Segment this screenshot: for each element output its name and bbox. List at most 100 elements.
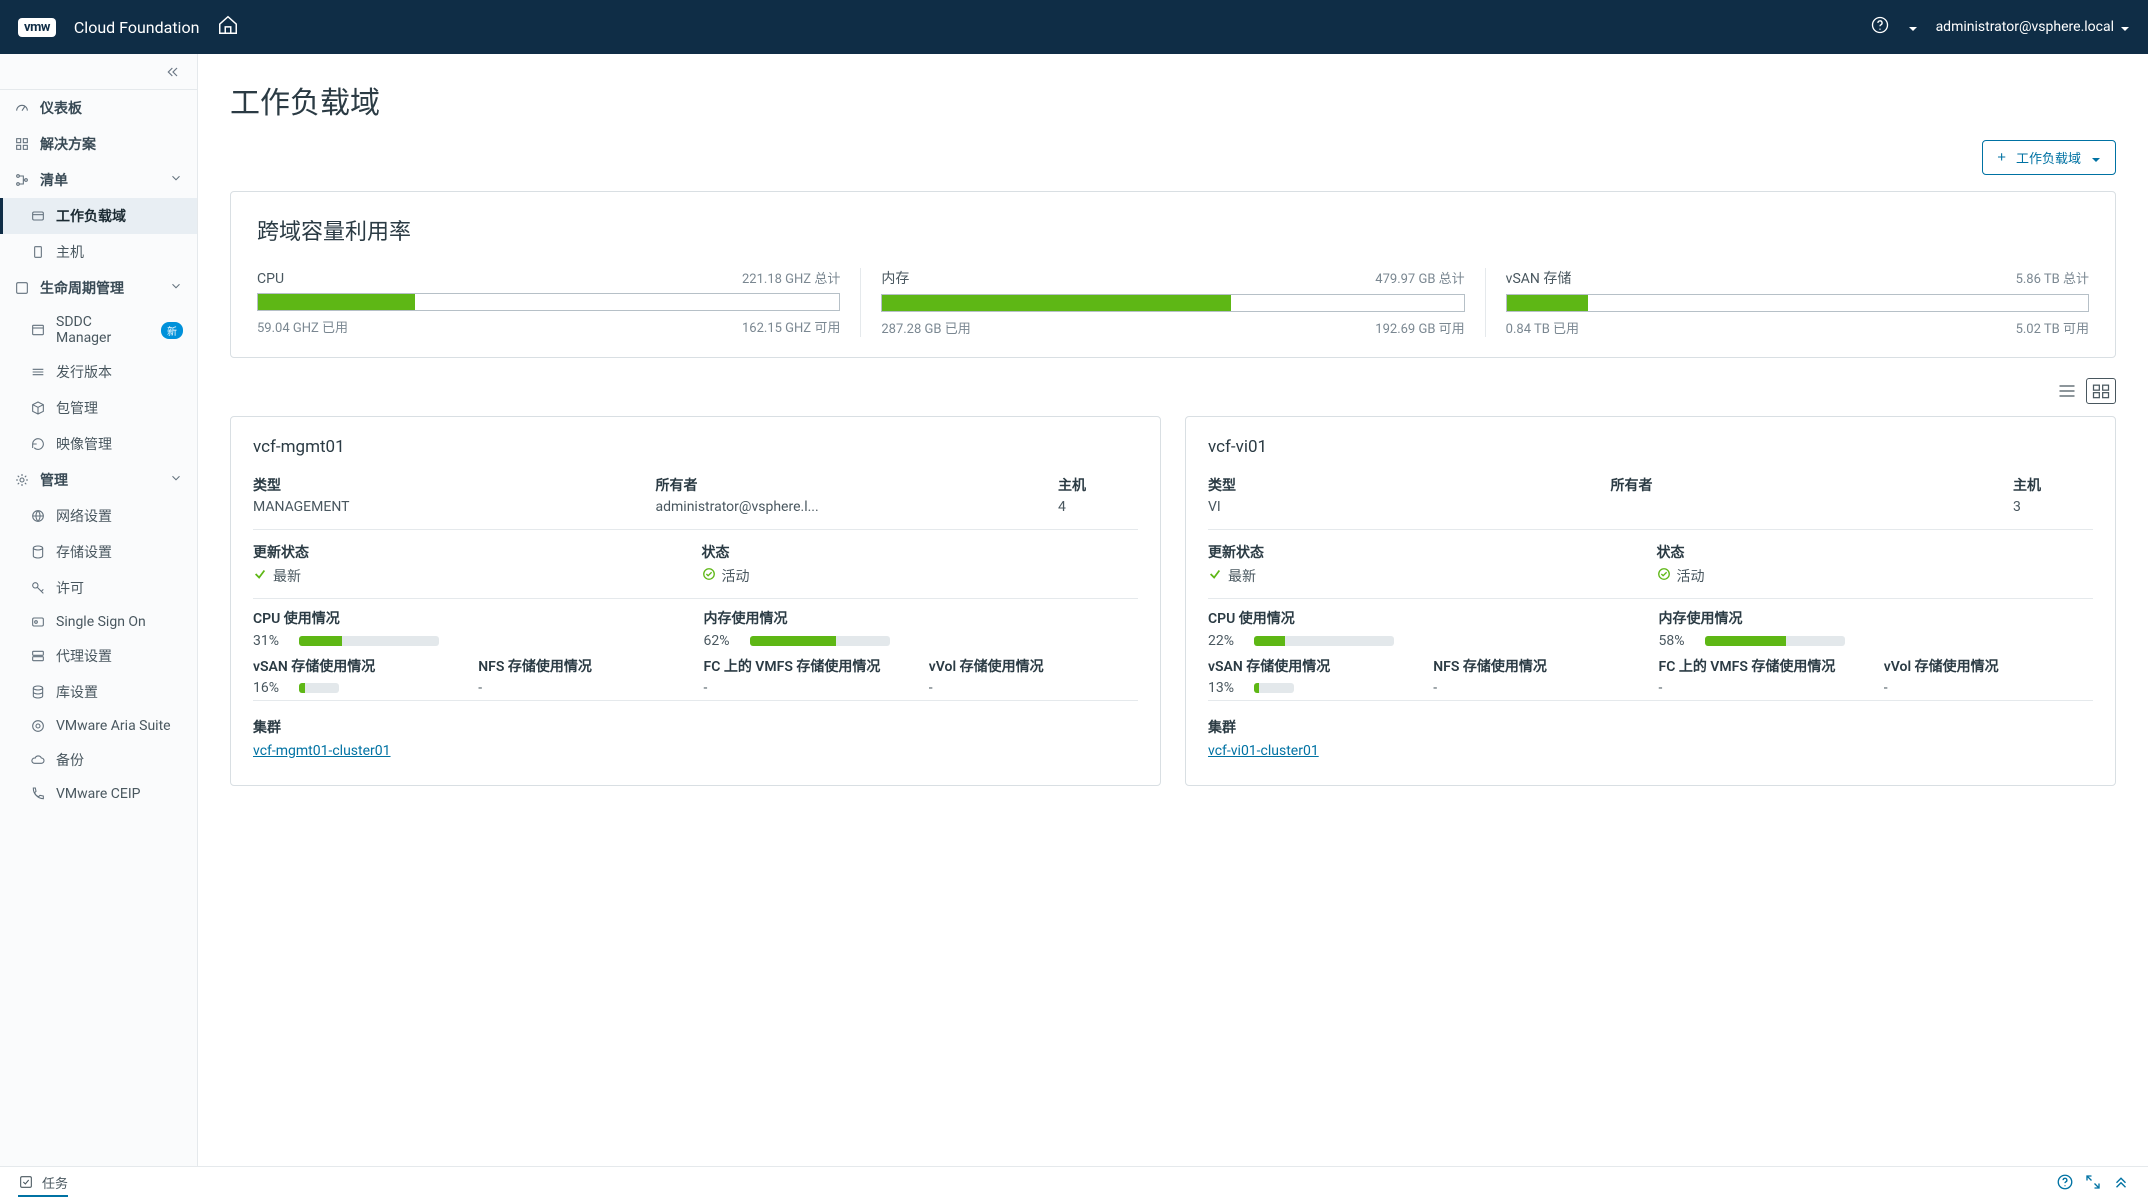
usage-label: CPU 使用情况 <box>253 611 688 629</box>
cap-used: 59.04 GHZ 已用 <box>257 317 348 336</box>
usage-value: - <box>1884 680 2093 696</box>
usage-bar <box>299 636 439 646</box>
usage-label: vVol 存储使用情况 <box>929 659 1138 677</box>
usage-label: vVol 存储使用情况 <box>1884 659 2093 677</box>
sidebar-item-label: 仪表板 <box>40 98 82 118</box>
status-label: 更新状态 <box>1208 542 1645 562</box>
sidebar-item-sso[interactable]: Single Sign On <box>0 606 197 638</box>
sidebar-item-solutions[interactable]: 解决方案 <box>0 126 197 162</box>
help-icon[interactable] <box>2056 1173 2074 1195</box>
sidebar-item-backup[interactable]: 备份 <box>0 742 197 778</box>
key-icon <box>30 580 46 596</box>
sidebar-item-aria[interactable]: VMware Aria Suite <box>0 710 197 742</box>
sidebar-item-proxy[interactable]: 代理设置 <box>0 638 197 674</box>
gear-icon <box>14 472 30 488</box>
phone-icon <box>30 786 46 802</box>
expand-icon[interactable] <box>2084 1173 2102 1195</box>
meta-label: 所有者 <box>1611 475 2002 495</box>
chevron-down-icon <box>2120 22 2130 32</box>
globe-icon <box>30 508 46 524</box>
sidebar-item-label: 清单 <box>40 170 68 190</box>
help-icon[interactable] <box>1870 15 1890 39</box>
sidebar-item-label: 备份 <box>56 750 84 770</box>
sidebar-item-images[interactable]: 映像管理 <box>0 426 197 462</box>
status-value-text: 活动 <box>1677 566 1705 586</box>
capacity-bar-fill <box>1507 295 1588 311</box>
sidebar-item-workload-domains[interactable]: 工作负载域 <box>0 198 197 234</box>
brand-name: Cloud Foundation <box>74 18 200 37</box>
sidebar-item-inventory[interactable]: 清单 <box>0 162 197 198</box>
cap-label: 内存 <box>881 268 909 288</box>
new-badge: 新 <box>161 322 183 339</box>
sidebar-item-network[interactable]: 网络设置 <box>0 498 197 534</box>
tasks-tab[interactable]: 任务 <box>18 1173 68 1197</box>
meta-label: 所有者 <box>656 475 1047 495</box>
home-button[interactable] <box>217 14 239 40</box>
sidebar-item-dashboard[interactable]: 仪表板 <box>0 90 197 126</box>
chevron-down-icon <box>2091 153 2101 163</box>
cap-label: vSAN 存储 <box>1506 268 1572 288</box>
sidebar-item-license[interactable]: 许可 <box>0 570 197 606</box>
meta-label: 主机 <box>2013 475 2093 495</box>
usage-label: 内存使用情况 <box>1659 611 2094 629</box>
sidebar-item-sddc-manager[interactable]: SDDC Manager 新 <box>0 306 197 354</box>
cap-avail: 192.69 GB 可用 <box>1375 318 1464 337</box>
usage-value: - <box>1433 680 1642 696</box>
topbar: vmw Cloud Foundation administrator@vsphe… <box>0 0 2148 54</box>
package-icon <box>30 400 46 416</box>
capacity-cpu: CPU 221.18 GHZ 总计 59.04 GHZ 已用 162.15 GH… <box>257 268 860 337</box>
sidebar: 仪表板 解决方案 清单 工作负载域 主机 生命周期管理 <box>0 54 198 1166</box>
list-view-button[interactable] <box>2052 378 2082 404</box>
sidebar-item-bundles[interactable]: 包管理 <box>0 390 197 426</box>
sidebar-item-label: 生命周期管理 <box>40 278 124 298</box>
chevron-down-icon <box>169 279 183 297</box>
user-menu[interactable]: administrator@vsphere.local <box>1936 19 2130 35</box>
user-label: administrator@vsphere.local <box>1936 19 2114 35</box>
usage-bar <box>1254 683 1294 693</box>
server-icon <box>30 648 46 664</box>
sidebar-item-storage[interactable]: 存储设置 <box>0 534 197 570</box>
window-icon <box>30 322 46 338</box>
sidebar-item-label: 存储设置 <box>56 542 112 562</box>
sidebar-item-depot[interactable]: 库设置 <box>0 674 197 710</box>
meta-value: VI <box>1208 499 1599 515</box>
status-label: 更新状态 <box>253 542 690 562</box>
cluster-label: 集群 <box>253 717 1138 737</box>
aria-icon <box>30 718 46 734</box>
cluster-link[interactable]: vcf-vi01-cluster01 <box>1208 743 1319 759</box>
cap-total: 221.18 GHZ 总计 <box>742 268 840 287</box>
sidebar-item-ceip[interactable]: VMware CEIP <box>0 778 197 810</box>
grid-view-button[interactable] <box>2086 378 2116 404</box>
add-workload-domain-button[interactable]: + 工作负载域 <box>1982 140 2116 175</box>
usage-value: - <box>478 680 687 696</box>
cluster-link[interactable]: vcf-mgmt01-cluster01 <box>253 743 391 759</box>
cap-total: 479.97 GB 总计 <box>1375 268 1464 287</box>
usage-label: vSAN 存储使用情况 <box>253 659 462 677</box>
chevron-down-icon[interactable] <box>1908 22 1918 32</box>
usage-label: FC 上的 VMFS 存储使用情况 <box>1659 659 1868 677</box>
sidebar-item-label: VMware Aria Suite <box>56 718 171 734</box>
button-label: 工作负载域 <box>2016 148 2081 167</box>
sidebar-item-releases[interactable]: 发行版本 <box>0 354 197 390</box>
storage-icon <box>30 544 46 560</box>
usage-value: - <box>1659 680 1868 696</box>
usage-label: NFS 存储使用情况 <box>1433 659 1642 677</box>
capacity-bar-fill <box>882 295 1231 311</box>
gauge-icon <box>14 100 30 116</box>
capacity-bar <box>1506 294 2089 312</box>
chevron-up-icon[interactable] <box>2112 1173 2130 1195</box>
meta-label: 主机 <box>1058 475 1138 495</box>
chevron-down-icon <box>169 471 183 489</box>
sidebar-item-lifecycle[interactable]: 生命周期管理 <box>0 270 197 306</box>
usage-label: 内存使用情况 <box>704 611 1139 629</box>
collapse-sidebar-button[interactable] <box>0 54 197 90</box>
usage-pct: 13% <box>1208 680 1244 696</box>
usage-label: vSAN 存储使用情况 <box>1208 659 1417 677</box>
plus-icon: + <box>1997 150 2006 165</box>
meta-value: 3 <box>2013 499 2093 515</box>
status-value-text: 最新 <box>1228 566 1256 586</box>
status-value-text: 活动 <box>722 566 750 586</box>
sidebar-item-admin[interactable]: 管理 <box>0 462 197 498</box>
sidebar-item-hosts[interactable]: 主机 <box>0 234 197 270</box>
id-icon <box>30 614 46 630</box>
